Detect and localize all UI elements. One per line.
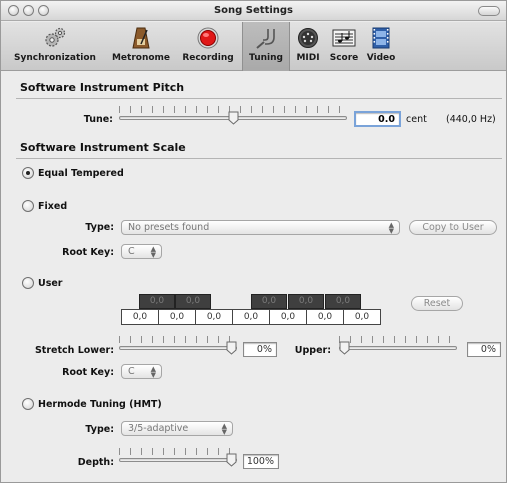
tune-label: Tune:	[83, 114, 113, 125]
window-title: Song Settings	[213, 5, 294, 16]
stretch-lower-field[interactable]: 0%	[243, 342, 277, 357]
white-key-cell[interactable]: 0,0	[343, 309, 381, 325]
upper-field[interactable]: 0%	[467, 342, 501, 357]
depth-field[interactable]: 100%	[243, 454, 279, 469]
radio-label-equal-tempered: Equal Tempered	[38, 168, 124, 179]
hermode-type-popup[interactable]: 3/5-adaptive ▲ ▼	[121, 421, 233, 436]
radio-equal-tempered[interactable]	[22, 167, 34, 179]
radio-label-fixed: Fixed	[38, 201, 68, 212]
tab-label: MIDI	[296, 53, 320, 63]
tune-slider[interactable]	[119, 106, 347, 126]
hermode-type-label: Type:	[85, 424, 114, 435]
fixed-root-key-popup[interactable]: C ▲ ▼	[121, 244, 162, 259]
tab-label: Score	[329, 53, 359, 63]
tune-unit: cent	[406, 114, 427, 125]
tab-recording[interactable]: Recording	[177, 22, 239, 71]
section-divider	[16, 98, 502, 99]
white-key-cell[interactable]: 0,0	[195, 309, 233, 325]
white-key-cell[interactable]: 0,0	[121, 309, 159, 325]
record-icon	[195, 25, 221, 51]
tab-midi[interactable]: MIDI	[291, 22, 325, 71]
black-key-cell[interactable]: 0,0	[175, 294, 211, 309]
radio-hermode[interactable]	[22, 398, 34, 410]
black-key-cell[interactable]: 0,0	[251, 294, 287, 309]
score-icon	[331, 25, 357, 51]
popup-value: 3/5-adaptive	[128, 423, 189, 434]
tab-label: Recording	[182, 53, 234, 63]
popup-arrows-icon: ▲ ▼	[150, 245, 156, 259]
slider-ticks	[339, 336, 457, 343]
tab-label: Tuning	[249, 53, 283, 63]
toolbar-toggle-button[interactable]	[478, 6, 500, 16]
popup-arrows-icon: ▲ ▼	[388, 221, 394, 235]
slider-thumb[interactable]	[226, 341, 237, 355]
slider-thumb[interactable]	[226, 453, 237, 467]
user-root-key-label: Root Key:	[62, 367, 114, 378]
tuning-panel: Software Instrument Pitch Tune: 0.0 cent…	[1, 72, 506, 482]
tab-video[interactable]: Video	[363, 22, 399, 71]
white-key-cell[interactable]: 0,0	[269, 309, 307, 325]
upper-slider[interactable]	[339, 336, 457, 356]
radio-label-user: User	[38, 278, 63, 289]
upper-label: Upper:	[294, 345, 331, 356]
depth-label: Depth:	[77, 457, 114, 468]
slider-track	[339, 346, 457, 350]
slider-thumb[interactable]	[228, 111, 239, 125]
popup-arrows-icon: ▲ ▼	[221, 422, 227, 436]
tab-label: Metronome	[111, 53, 171, 63]
section-title-pitch: Software Instrument Pitch	[20, 81, 185, 94]
white-key-cell[interactable]: 0,0	[306, 309, 344, 325]
metronome-icon	[128, 25, 154, 51]
reset-button[interactable]: Reset	[411, 296, 463, 311]
slider-thumb[interactable]	[339, 341, 350, 355]
song-settings-window: Song Settings Synchronization Metronome …	[0, 0, 507, 483]
slider-track	[119, 346, 237, 350]
tab-label: Video	[366, 53, 396, 63]
copy-to-user-button[interactable]: Copy to User	[409, 220, 497, 235]
radio-label-hermode: Hermode Tuning (HMT)	[38, 399, 162, 410]
depth-slider[interactable]	[119, 448, 237, 468]
radio-fixed[interactable]	[22, 200, 34, 212]
popup-value: C	[128, 246, 135, 257]
film-icon	[368, 25, 394, 51]
stretch-lower-label: Stretch Lower:	[34, 345, 114, 356]
popup-value: C	[128, 366, 135, 377]
popup-value: No presets found	[128, 222, 210, 233]
stretch-lower-slider[interactable]	[119, 336, 237, 356]
tab-synchronization[interactable]: Synchronization	[7, 22, 103, 71]
tab-label: Synchronization	[14, 53, 96, 63]
midi-port-icon	[295, 25, 321, 51]
gears-icon	[42, 25, 68, 51]
tab-metronome[interactable]: Metronome	[109, 22, 173, 71]
section-title-scale: Software Instrument Scale	[20, 141, 186, 154]
tuning-fork-icon	[253, 25, 279, 51]
white-key-cell[interactable]: 0,0	[158, 309, 196, 325]
tune-hz-readout: (440,0 Hz)	[446, 114, 496, 125]
tune-value-field[interactable]: 0.0	[354, 111, 401, 127]
title-bar: Song Settings	[1, 1, 506, 21]
settings-toolbar: Synchronization Metronome Recording Tuni…	[1, 22, 506, 71]
fixed-type-popup[interactable]: No presets found ▲ ▼	[121, 220, 400, 235]
fixed-root-key-label: Root Key:	[62, 247, 114, 258]
user-root-key-popup[interactable]: C ▲ ▼	[121, 364, 162, 379]
slider-ticks	[119, 448, 237, 455]
tab-score[interactable]: Score	[326, 22, 362, 71]
fixed-type-label: Type:	[85, 222, 114, 233]
popup-arrows-icon: ▲ ▼	[150, 365, 156, 379]
black-key-cell[interactable]: 0,0	[139, 294, 175, 309]
black-key-cell[interactable]: 0,0	[325, 294, 361, 309]
radio-user[interactable]	[22, 277, 34, 289]
slider-ticks	[119, 336, 237, 343]
black-key-cell[interactable]: 0,0	[288, 294, 324, 309]
slider-track	[119, 458, 237, 462]
section-divider	[16, 158, 502, 159]
tab-tuning[interactable]: Tuning	[242, 22, 290, 71]
white-key-cell[interactable]: 0,0	[232, 309, 270, 325]
